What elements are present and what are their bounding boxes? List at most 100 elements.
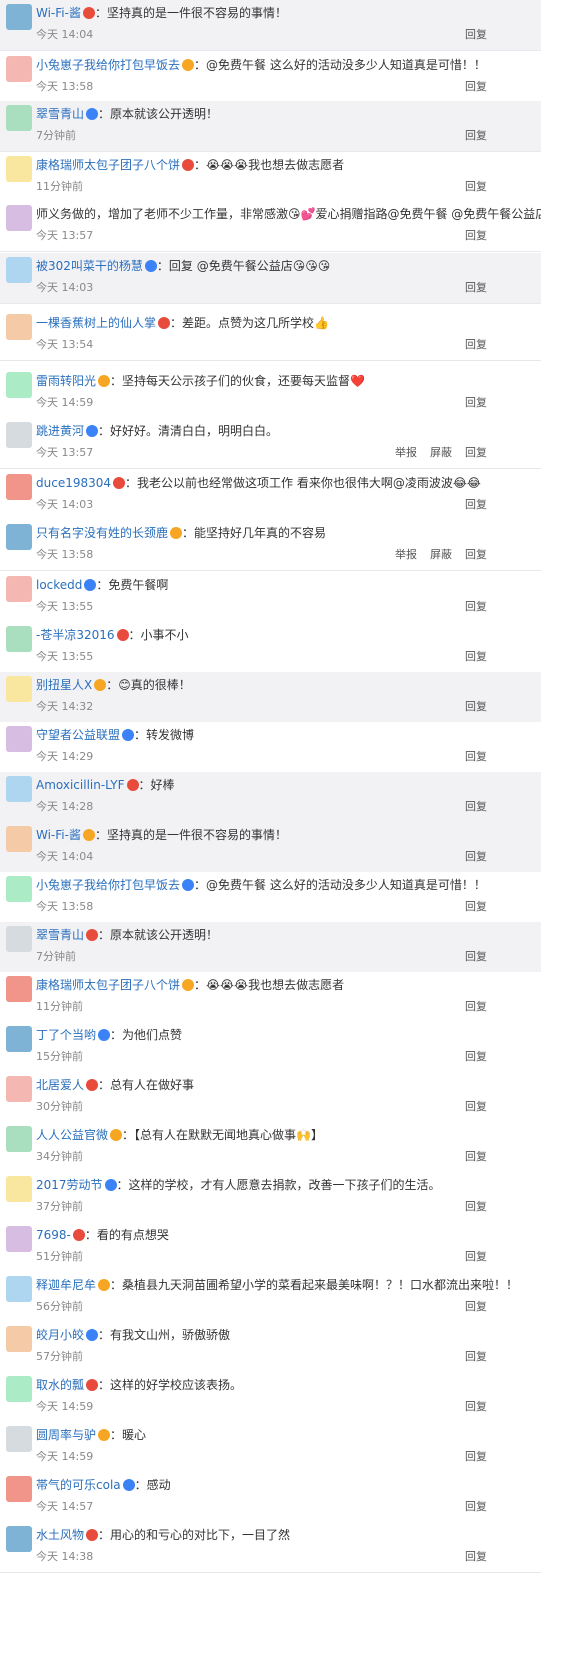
avatar[interactable] xyxy=(6,876,32,902)
username-link[interactable]: 帯气的可乐cola xyxy=(36,1478,121,1492)
reply-link[interactable]: 回复 xyxy=(465,26,487,42)
username-link[interactable]: 水土风物 xyxy=(36,1528,84,1542)
avatar[interactable] xyxy=(6,1426,32,1452)
avatar[interactable] xyxy=(6,314,32,340)
username-link[interactable]: 2017劳动节 xyxy=(36,1178,103,1192)
reply-link[interactable]: 回复 xyxy=(465,748,487,764)
block-link[interactable]: 屏蔽 xyxy=(430,444,452,460)
avatar[interactable] xyxy=(6,474,32,500)
reply-link[interactable]: 回复 xyxy=(465,444,487,460)
reply-link[interactable]: 回复 xyxy=(465,1498,487,1514)
report-link[interactable]: 举报 xyxy=(395,546,417,562)
avatar[interactable] xyxy=(6,1226,32,1252)
avatar[interactable] xyxy=(6,1476,32,1502)
reply-link[interactable]: 回复 xyxy=(465,1398,487,1414)
reply-link[interactable]: 回复 xyxy=(465,1048,487,1064)
comment-timestamp: 56分钟前 xyxy=(36,1300,83,1313)
avatar[interactable] xyxy=(6,1326,32,1352)
avatar[interactable] xyxy=(6,726,32,752)
avatar[interactable] xyxy=(6,205,32,231)
reply-link[interactable]: 回复 xyxy=(465,898,487,914)
reply-link[interactable]: 回复 xyxy=(465,848,487,864)
reply-link[interactable]: 回复 xyxy=(465,336,487,352)
username-link[interactable]: 释迦牟尼牟 xyxy=(36,1278,96,1292)
avatar[interactable] xyxy=(6,1126,32,1152)
avatar[interactable] xyxy=(6,156,32,182)
avatar[interactable] xyxy=(6,56,32,82)
reply-link[interactable]: 回复 xyxy=(465,1248,487,1264)
reply-link[interactable]: 回复 xyxy=(465,798,487,814)
username-link[interactable]: Amoxicillin-LYF xyxy=(36,778,125,792)
username-link[interactable]: 圆周率与驴 xyxy=(36,1428,96,1442)
username-link[interactable]: 别扭星人X xyxy=(36,678,92,692)
username-link[interactable]: 跳进黄河 xyxy=(36,424,84,438)
username-link[interactable]: -苍半凉32016 xyxy=(36,628,115,642)
reply-link[interactable]: 回复 xyxy=(465,127,487,143)
avatar[interactable] xyxy=(6,826,32,852)
username-link[interactable]: 北居爱人 xyxy=(36,1078,84,1092)
username-link[interactable]: 翠雪青山 xyxy=(36,928,84,942)
username-link[interactable]: lockedd xyxy=(36,578,82,592)
reply-link[interactable]: 回复 xyxy=(465,1348,487,1364)
avatar[interactable] xyxy=(6,1076,32,1102)
reply-link[interactable]: 回复 xyxy=(465,698,487,714)
reply-link[interactable]: 回复 xyxy=(465,496,487,512)
reply-link[interactable]: 回复 xyxy=(465,1148,487,1164)
reply-link[interactable]: 回复 xyxy=(465,1098,487,1114)
username-link[interactable]: Wi-Fi-酱 xyxy=(36,828,81,842)
avatar[interactable] xyxy=(6,257,32,283)
username-link[interactable]: 丁了个当哟 xyxy=(36,1028,96,1042)
username-link[interactable]: 人人公益官微 xyxy=(36,1128,108,1142)
avatar[interactable] xyxy=(6,776,32,802)
avatar[interactable] xyxy=(6,1276,32,1302)
reply-link[interactable]: 回复 xyxy=(465,648,487,664)
username-link[interactable]: 翠雪青山 xyxy=(36,107,84,121)
avatar[interactable] xyxy=(6,576,32,602)
username-link[interactable]: 雷雨转阳光 xyxy=(36,374,96,388)
username-link[interactable]: 只有名字没有姓的长颈鹿 xyxy=(36,526,168,540)
avatar[interactable] xyxy=(6,372,32,398)
avatar[interactable] xyxy=(6,422,32,448)
avatar[interactable] xyxy=(6,626,32,652)
reply-link[interactable]: 回复 xyxy=(465,279,487,295)
user-badge-icon xyxy=(126,779,139,791)
avatar[interactable] xyxy=(6,1526,32,1552)
username-link[interactable]: 被302叫菜干的杨慧 xyxy=(36,259,143,273)
username-link[interactable]: 康格瑞师太包子团子八个饼 xyxy=(36,158,180,172)
reply-link[interactable]: 回复 xyxy=(465,998,487,1014)
username-link[interactable]: 小兔崽子我给你打包早饭去 xyxy=(36,58,180,72)
avatar[interactable] xyxy=(6,976,32,1002)
avatar[interactable] xyxy=(6,4,32,30)
avatar[interactable] xyxy=(6,1176,32,1202)
reply-link[interactable]: 回复 xyxy=(465,78,487,94)
avatar[interactable] xyxy=(6,524,32,550)
reply-link[interactable]: 回复 xyxy=(465,1198,487,1214)
avatar[interactable] xyxy=(6,1376,32,1402)
avatar[interactable] xyxy=(6,676,32,702)
reply-link[interactable]: 回复 xyxy=(465,394,487,410)
username-link[interactable]: 小兔崽子我给你打包早饭去 xyxy=(36,878,180,892)
username-link[interactable]: duce198304 xyxy=(36,476,111,490)
reply-link[interactable]: 回复 xyxy=(465,227,487,243)
reply-link[interactable]: 回复 xyxy=(465,178,487,194)
username-link[interactable]: Wi-Fi-酱 xyxy=(36,6,81,20)
username-link[interactable]: 守望者公益联盟 xyxy=(36,728,120,742)
username-link[interactable]: 取水的瓢 xyxy=(36,1378,84,1392)
comment-timestamp: 今天 14:59 xyxy=(36,396,94,409)
avatar[interactable] xyxy=(6,105,32,131)
avatar[interactable] xyxy=(6,1026,32,1052)
username-link[interactable]: 康格瑞师太包子团子八个饼 xyxy=(36,978,180,992)
username-link[interactable]: 7698- xyxy=(36,1228,71,1242)
reply-link[interactable]: 回复 xyxy=(465,1298,487,1314)
reply-link[interactable]: 回复 xyxy=(465,1548,487,1564)
reply-link[interactable]: 回复 xyxy=(465,948,487,964)
avatar[interactable] xyxy=(6,926,32,952)
username-link[interactable]: 一棵香蕉树上的仙人掌 xyxy=(36,316,156,330)
reply-link[interactable]: 回复 xyxy=(465,1448,487,1464)
comment-text: ：好好好。清清白白，明明白白。 xyxy=(98,424,279,438)
reply-link[interactable]: 回复 xyxy=(465,546,487,562)
report-link[interactable]: 举报 xyxy=(395,444,417,460)
block-link[interactable]: 屏蔽 xyxy=(430,546,452,562)
username-link[interactable]: 皎月小皎 xyxy=(36,1328,84,1342)
reply-link[interactable]: 回复 xyxy=(465,598,487,614)
